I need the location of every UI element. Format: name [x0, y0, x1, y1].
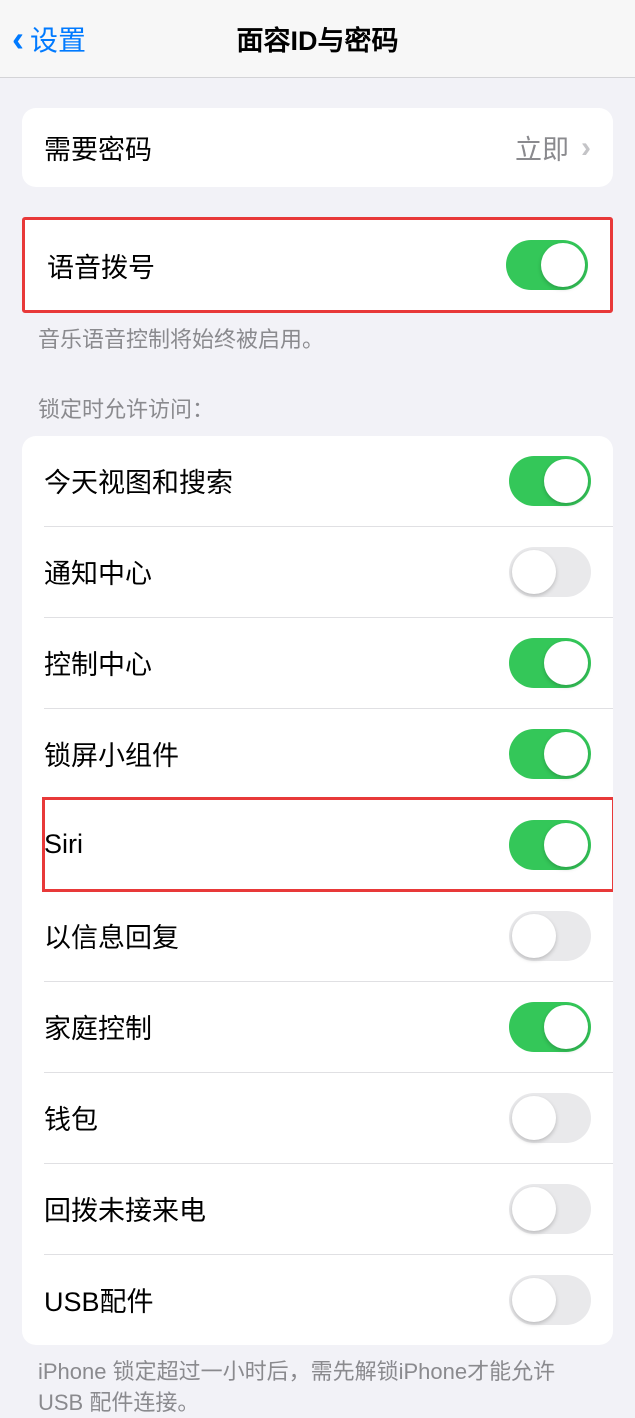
- notification-center-label: 通知中心: [44, 552, 152, 591]
- lock-screen-widgets-row: 锁屏小组件: [44, 708, 613, 799]
- home-control-row: 家庭控制: [44, 981, 613, 1072]
- back-label: 设置: [30, 19, 86, 59]
- control-center-label: 控制中心: [44, 643, 152, 682]
- require-passcode-row[interactable]: 需要密码 立即 ›: [22, 108, 613, 187]
- control-center-row: 控制中心: [44, 617, 613, 708]
- today-view-label: 今天视图和搜索: [44, 461, 233, 500]
- chevron-right-icon: ›: [581, 131, 591, 165]
- reply-with-message-label: 以信息回复: [44, 916, 179, 955]
- voice-dial-label: 语音拨号: [47, 246, 155, 285]
- reply-with-message-toggle[interactable]: [509, 911, 591, 961]
- voice-dial-toggle[interactable]: [506, 240, 588, 290]
- usb-footer: iPhone 锁定超过一小时后，需先解锁iPhone才能允许USB 配件连接。: [0, 1345, 635, 1418]
- control-center-toggle[interactable]: [509, 638, 591, 688]
- require-passcode-value: 立即: [515, 128, 569, 167]
- return-missed-calls-row: 回拨未接来电: [44, 1163, 613, 1254]
- notification-center-row: 通知中心: [44, 526, 613, 617]
- navigation-header: ‹ 设置 面容ID与密码: [0, 0, 635, 78]
- today-view-row: 今天视图和搜索: [22, 436, 613, 526]
- require-passcode-label: 需要密码: [44, 128, 152, 167]
- return-missed-calls-label: 回拨未接来电: [44, 1189, 206, 1228]
- usb-accessories-label: USB配件: [44, 1280, 154, 1319]
- siri-toggle[interactable]: [509, 820, 591, 870]
- wallet-label: 钱包: [44, 1098, 98, 1137]
- lock-screen-widgets-toggle[interactable]: [509, 729, 591, 779]
- chevron-left-icon: ‹: [12, 21, 24, 57]
- return-missed-calls-toggle[interactable]: [509, 1184, 591, 1234]
- require-passcode-group: 需要密码 立即 ›: [22, 108, 613, 187]
- locked-access-header: 锁定时允许访问：: [0, 356, 635, 436]
- home-control-label: 家庭控制: [44, 1007, 152, 1046]
- usb-accessories-row: USB配件: [44, 1254, 613, 1345]
- today-view-toggle[interactable]: [509, 456, 591, 506]
- siri-label: Siri: [44, 829, 83, 860]
- lock-screen-widgets-label: 锁屏小组件: [44, 734, 179, 773]
- page-title: 面容ID与密码: [237, 19, 399, 58]
- usb-accessories-toggle[interactable]: [509, 1275, 591, 1325]
- voice-dial-group: 语音拨号: [22, 217, 613, 313]
- home-control-toggle[interactable]: [509, 1002, 591, 1052]
- back-button[interactable]: ‹ 设置: [0, 19, 86, 59]
- voice-dial-footer: 音乐语音控制将始终被启用。: [0, 313, 635, 356]
- reply-with-message-row: 以信息回复: [44, 890, 613, 981]
- wallet-toggle[interactable]: [509, 1093, 591, 1143]
- wallet-row: 钱包: [44, 1072, 613, 1163]
- locked-access-group: 今天视图和搜索 通知中心 控制中心 锁屏小组件 Siri 以信息回复 家庭控制: [22, 436, 613, 1345]
- voice-dial-row: 语音拨号: [25, 220, 610, 310]
- settings-content: 需要密码 立即 › 语音拨号 音乐语音控制将始终被启用。 锁定时允许访问： 今天…: [0, 108, 635, 1418]
- siri-row: Siri: [44, 799, 613, 890]
- row-right: 立即 ›: [515, 128, 591, 167]
- notification-center-toggle[interactable]: [509, 547, 591, 597]
